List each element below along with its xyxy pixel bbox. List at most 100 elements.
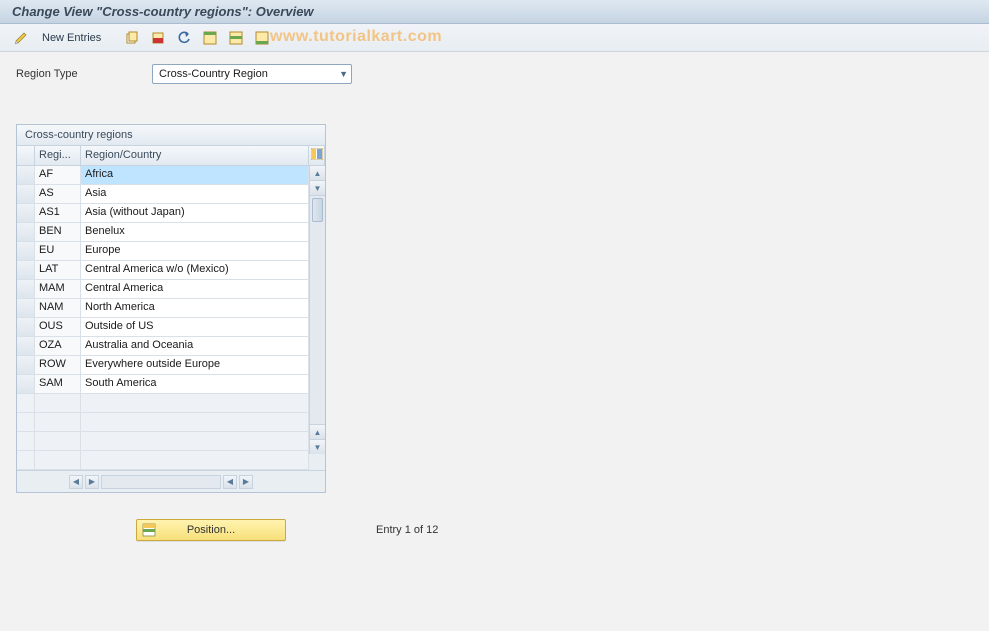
cell-region-country[interactable]: Benelux (81, 223, 309, 242)
table-row[interactable]: SAMSouth America (17, 375, 309, 394)
table-row-empty (17, 451, 309, 470)
table-row[interactable]: OUSOutside of US (17, 318, 309, 337)
table-title: Cross-country regions (17, 125, 325, 146)
hscroll-track[interactable] (101, 475, 221, 489)
cell-region-country[interactable]: South America (81, 375, 309, 394)
row-selector[interactable] (17, 356, 35, 375)
scroll-up-end-icon[interactable]: ▲ (310, 424, 325, 439)
cell-region-country[interactable]: Australia and Oceania (81, 337, 309, 356)
row-selector[interactable] (17, 223, 35, 242)
row-selector[interactable] (17, 299, 35, 318)
table-row[interactable]: AS1Asia (without Japan) (17, 204, 309, 223)
scroll-down-end-icon[interactable]: ▼ (310, 439, 325, 454)
row-selector[interactable] (17, 318, 35, 337)
cell-region-code[interactable] (35, 413, 81, 432)
dropdown-arrow-icon: ▼ (339, 69, 348, 79)
position-button[interactable]: Position... (136, 519, 286, 541)
cell-region-country[interactable] (81, 413, 309, 432)
table-row[interactable]: LATCentral America w/o (Mexico) (17, 261, 309, 280)
cell-region-code[interactable]: AS (35, 185, 81, 204)
content-area: Region Type Cross-Country Region ▼ Cross… (0, 52, 989, 553)
footer-row: Position... Entry 1 of 12 (16, 519, 973, 541)
cell-region-code[interactable]: LAT (35, 261, 81, 280)
cell-region-country[interactable]: North America (81, 299, 309, 318)
row-selector[interactable] (17, 394, 35, 413)
cell-region-code[interactable]: NAM (35, 299, 81, 318)
deselect-all-icon[interactable] (251, 28, 273, 48)
cell-region-country[interactable]: Asia (81, 185, 309, 204)
cell-region-country[interactable]: Outside of US (81, 318, 309, 337)
horizontal-scrollbar[interactable]: ◀ ▶ ◀ ▶ (69, 475, 253, 489)
toggle-change-icon[interactable] (10, 28, 32, 48)
hscroll-right-icon[interactable]: ▶ (85, 475, 99, 489)
cell-region-code[interactable]: OZA (35, 337, 81, 356)
hscroll-left2-icon[interactable]: ◀ (223, 475, 237, 489)
table-row[interactable]: ROWEverywhere outside Europe (17, 356, 309, 375)
cell-region-country[interactable]: Europe (81, 242, 309, 261)
row-selector[interactable] (17, 185, 35, 204)
region-type-value: Cross-Country Region (159, 68, 268, 80)
table-footer: ◀ ▶ ◀ ▶ (17, 470, 325, 492)
cell-region-code[interactable]: BEN (35, 223, 81, 242)
cell-region-code[interactable]: MAM (35, 280, 81, 299)
table-row[interactable]: EUEurope (17, 242, 309, 261)
table-row[interactable]: AFAfrica (17, 166, 309, 185)
table-row[interactable]: NAMNorth America (17, 299, 309, 318)
cell-region-country[interactable] (81, 451, 309, 470)
copy-as-icon[interactable] (121, 28, 143, 48)
row-selector[interactable] (17, 375, 35, 394)
row-selector[interactable] (17, 261, 35, 280)
toolbar: New Entries www.tutorialkart.com (0, 24, 989, 52)
cell-region-code[interactable] (35, 394, 81, 413)
cell-region-country[interactable]: Africa (81, 166, 309, 185)
cell-region-code[interactable] (35, 451, 81, 470)
table-row[interactable]: ASAsia (17, 185, 309, 204)
table-row[interactable]: OZAAustralia and Oceania (17, 337, 309, 356)
table-row[interactable]: MAMCentral America (17, 280, 309, 299)
column-header-region-country[interactable]: Region/Country (81, 146, 309, 166)
hscroll-right2-icon[interactable]: ▶ (239, 475, 253, 489)
region-type-label: Region Type (16, 68, 116, 80)
configure-columns-icon[interactable] (309, 146, 325, 166)
cell-region-country[interactable]: Central America w/o (Mexico) (81, 261, 309, 280)
region-type-field: Region Type Cross-Country Region ▼ (16, 64, 973, 84)
column-header-region-code[interactable]: Regi... (35, 146, 81, 166)
cell-region-code[interactable]: EU (35, 242, 81, 261)
cell-region-code[interactable]: OUS (35, 318, 81, 337)
cell-region-code[interactable]: SAM (35, 375, 81, 394)
table-row[interactable]: BENBenelux (17, 223, 309, 242)
scroll-down-one-icon[interactable]: ▼ (310, 181, 325, 196)
cell-region-code[interactable]: ROW (35, 356, 81, 375)
row-selector[interactable] (17, 166, 35, 185)
row-selector[interactable] (17, 413, 35, 432)
cell-region-country[interactable]: Asia (without Japan) (81, 204, 309, 223)
row-selector[interactable] (17, 451, 35, 470)
cell-region-country[interactable]: Everywhere outside Europe (81, 356, 309, 375)
row-selector[interactable] (17, 432, 35, 451)
region-type-select[interactable]: Cross-Country Region ▼ (152, 64, 352, 84)
scroll-up-icon[interactable]: ▲ (310, 166, 325, 181)
regions-table: Cross-country regions Regi... Region/Cou… (16, 124, 326, 493)
undo-change-icon[interactable] (173, 28, 195, 48)
hscroll-left-icon[interactable]: ◀ (69, 475, 83, 489)
delete-icon[interactable] (147, 28, 169, 48)
cell-region-code[interactable] (35, 432, 81, 451)
row-selector[interactable] (17, 204, 35, 223)
select-all-icon[interactable] (199, 28, 221, 48)
cell-region-code[interactable]: AS1 (35, 204, 81, 223)
scroll-thumb[interactable] (312, 198, 323, 222)
row-selector[interactable] (17, 242, 35, 261)
column-select-all[interactable] (17, 146, 35, 166)
cell-region-code[interactable]: AF (35, 166, 81, 185)
new-entries-button[interactable]: New Entries (36, 28, 107, 48)
cell-region-country[interactable]: Central America (81, 280, 309, 299)
new-entries-label: New Entries (42, 32, 101, 44)
row-selector[interactable] (17, 337, 35, 356)
row-selector[interactable] (17, 280, 35, 299)
position-icon (142, 523, 156, 537)
page-title: Change View "Cross-country regions": Ove… (12, 4, 314, 19)
cell-region-country[interactable] (81, 432, 309, 451)
vertical-scrollbar[interactable]: ▲ ▼ ▲ ▼ (309, 166, 325, 454)
select-block-icon[interactable] (225, 28, 247, 48)
cell-region-country[interactable] (81, 394, 309, 413)
